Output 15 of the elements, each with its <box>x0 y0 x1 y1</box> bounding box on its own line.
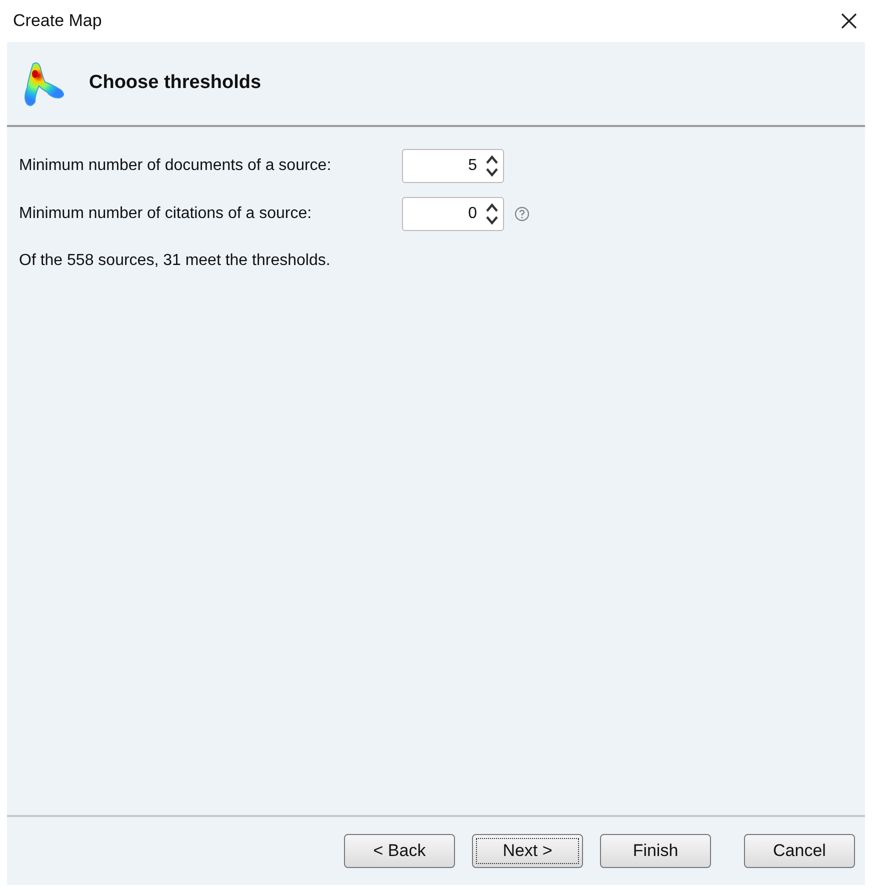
wizard-button[interactable]: Finish <box>600 834 711 868</box>
summary-text: Of the 558 sources, 31 meet the thresholds. <box>19 251 332 271</box>
close-icon <box>840 12 858 30</box>
help-icon[interactable] <box>514 206 530 222</box>
wizard-button[interactable]: Cancel <box>744 834 855 868</box>
field-label: Minimum number of citations of a source: <box>19 204 313 224</box>
field-label: Minimum number of documents of a source: <box>19 156 332 176</box>
spinner-value: 5 <box>468 156 477 176</box>
wizard-button[interactable]: Next > <box>472 834 583 868</box>
window-title: Create Map <box>13 10 102 32</box>
number-spinner[interactable]: 0 <box>402 197 504 231</box>
spinner-value: 0 <box>468 204 477 224</box>
number-spinner[interactable]: 5 <box>402 149 504 183</box>
wizard-button[interactable]: < Back <box>344 834 455 868</box>
step-title: Choose thresholds <box>89 71 262 96</box>
